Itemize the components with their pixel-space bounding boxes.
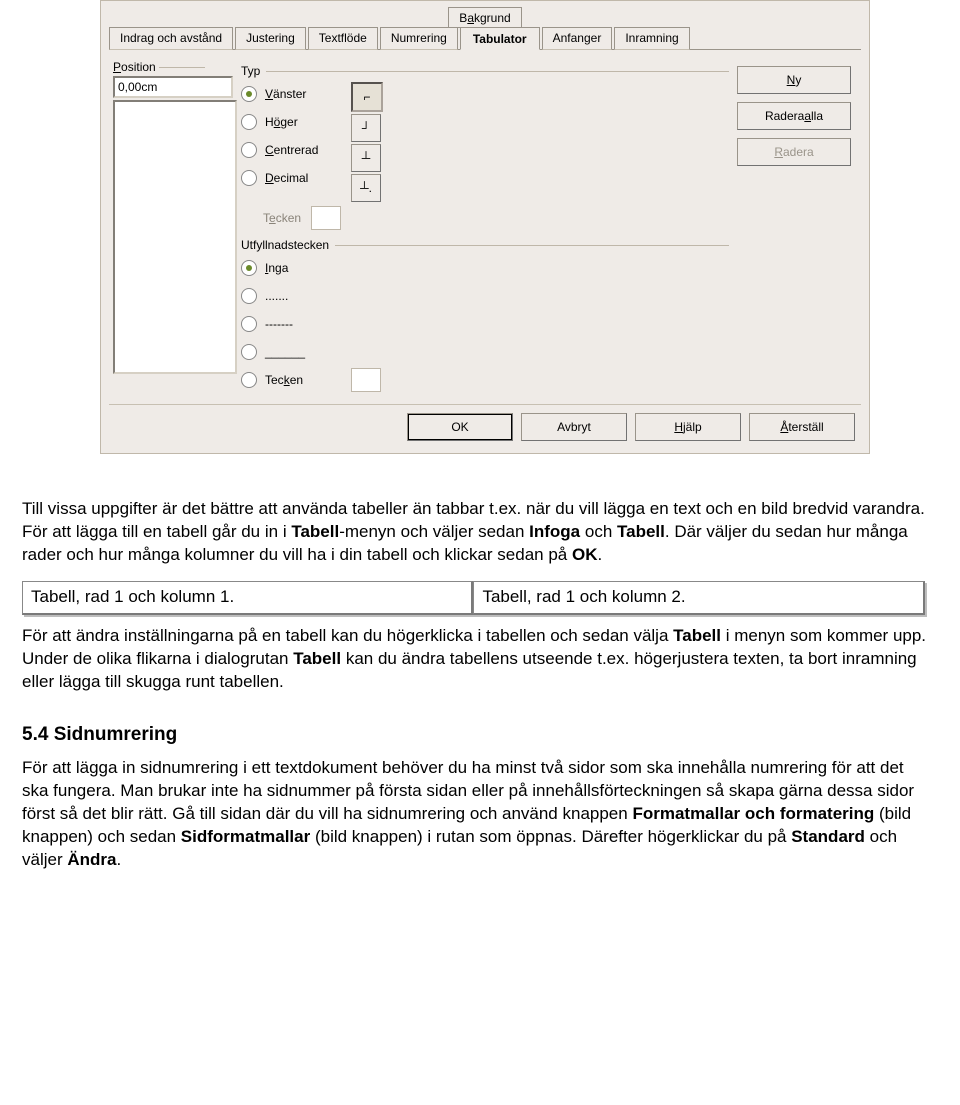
radio-hoger[interactable]: Höger xyxy=(241,108,341,136)
tab-inramning[interactable]: Inramning xyxy=(614,27,689,50)
tab-strip: Bakgrund Indrag och avstånd Justering Te… xyxy=(109,7,861,50)
paragraph-dialog: Bakgrund Indrag och avstånd Justering Te… xyxy=(100,0,870,454)
tab-bakgrund[interactable]: Bakgrund xyxy=(448,7,521,28)
table-row: Tabell, rad 1 och kolumn 1. Tabell, rad … xyxy=(22,581,925,615)
paragraph-2: För att ändra inställningarna på en tabe… xyxy=(22,625,934,694)
radio-centrerad[interactable]: Centrerad xyxy=(241,136,341,164)
tab-textflode[interactable]: Textflöde xyxy=(308,27,378,50)
radio-fill-tecken[interactable]: Tecken xyxy=(241,366,729,394)
reset-button[interactable]: Återställ xyxy=(749,413,855,441)
position-legend: Position xyxy=(113,60,233,74)
align-decimal-icon[interactable]: ┴. xyxy=(351,174,381,202)
dialog-button-bar: OK Avbryt Hjälp Återställ xyxy=(109,404,861,445)
align-left-icon[interactable]: ⌐ xyxy=(351,82,383,112)
section-heading: 5.4 Sidnumrering xyxy=(22,722,934,748)
radio-vanster[interactable]: Vänster xyxy=(241,80,341,108)
tab-indrag[interactable]: Indrag och avstånd xyxy=(109,27,233,50)
help-button[interactable]: Hjälp xyxy=(635,413,741,441)
tab-tabulator[interactable]: Tabulator xyxy=(460,27,540,50)
table-cell-2: Tabell, rad 1 och kolumn 2. xyxy=(473,581,924,615)
new-button[interactable]: Ny xyxy=(737,66,851,94)
paragraph-1: Till vissa uppgifter är det bättre att a… xyxy=(22,498,934,567)
radio-fill-underscore[interactable]: ______ xyxy=(241,338,729,366)
position-input[interactable] xyxy=(113,76,233,98)
ok-button[interactable]: OK xyxy=(407,413,513,441)
example-table: Tabell, rad 1 och kolumn 1. Tabell, rad … xyxy=(22,581,925,615)
delete-button: Radera xyxy=(737,138,851,166)
decimal-char-input[interactable] xyxy=(311,206,341,230)
fill-legend: Utfyllnadstecken xyxy=(241,238,329,252)
tab-numrering[interactable]: Numrering xyxy=(380,27,458,50)
typ-legend: Typ xyxy=(241,64,260,78)
position-list[interactable] xyxy=(113,100,237,374)
tab-justering[interactable]: Justering xyxy=(235,27,306,50)
align-right-icon[interactable]: ┘ xyxy=(351,114,381,142)
paragraph-3: För att lägga in sidnumrering i ett text… xyxy=(22,757,934,872)
radio-fill-dots[interactable]: ....... xyxy=(241,282,729,310)
tab-anfanger[interactable]: Anfanger xyxy=(542,27,613,50)
fill-char-input[interactable] xyxy=(351,368,381,392)
radio-fill-inga[interactable]: Inga xyxy=(241,254,729,282)
article-body: Till vissa uppgifter är det bättre att a… xyxy=(0,454,960,872)
table-cell-1: Tabell, rad 1 och kolumn 1. xyxy=(22,581,473,615)
delete-all-button[interactable]: Radera alla xyxy=(737,102,851,130)
radio-fill-dashes[interactable]: ------- xyxy=(241,310,729,338)
radio-decimal[interactable]: Decimal xyxy=(241,164,341,192)
align-center-icon[interactable]: ┴ xyxy=(351,144,381,172)
cancel-button[interactable]: Avbryt xyxy=(521,413,627,441)
decimal-char-row: Tecken xyxy=(241,206,729,230)
